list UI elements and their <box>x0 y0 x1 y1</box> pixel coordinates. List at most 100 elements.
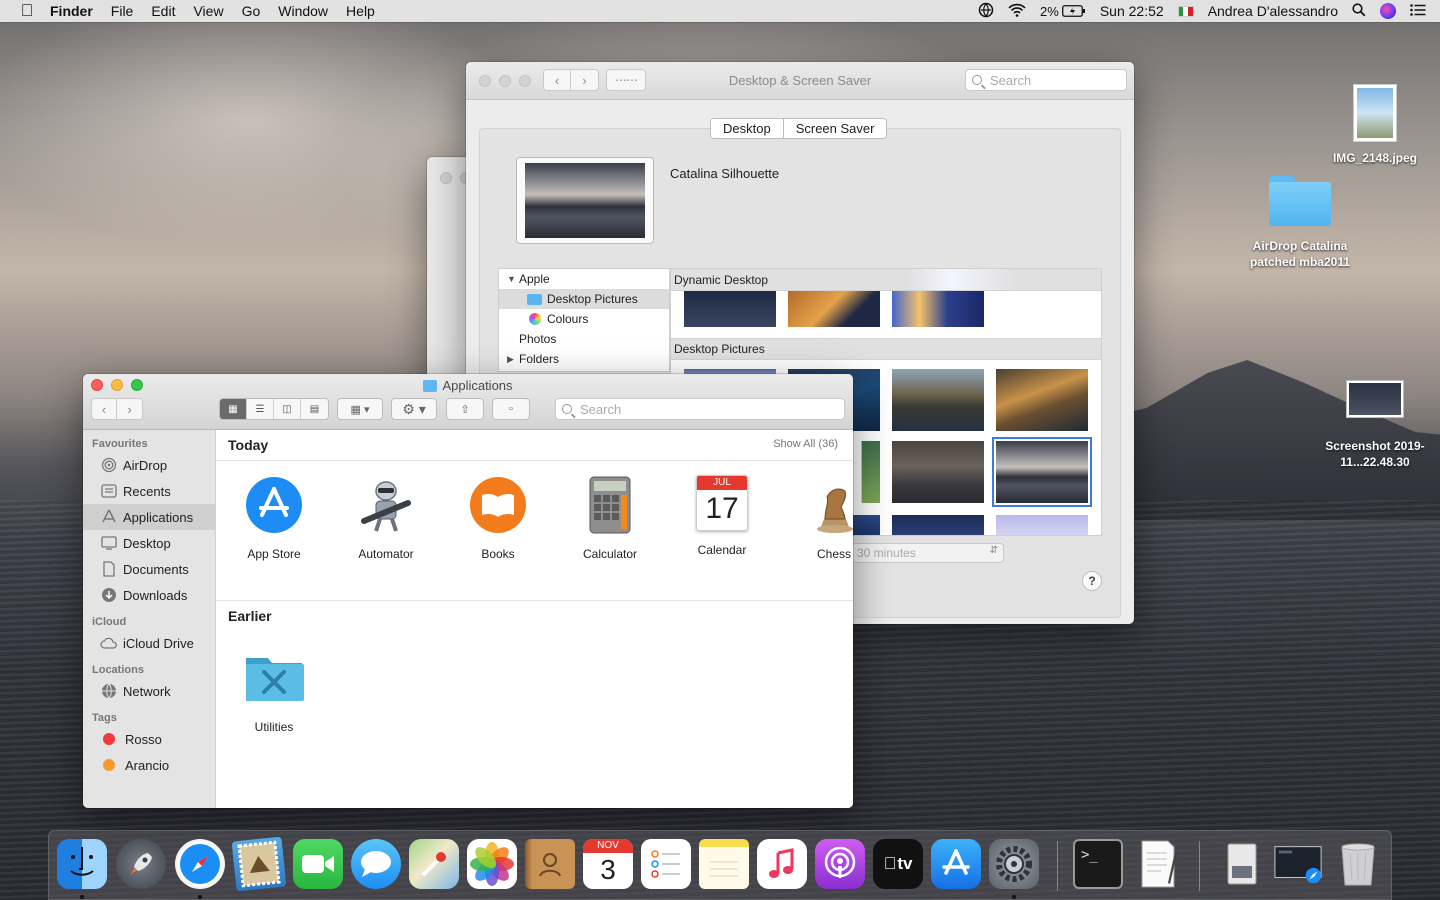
dock-facetime[interactable] <box>293 839 343 889</box>
wallpaper-thumb[interactable] <box>892 441 984 503</box>
sidebar-item-network[interactable]: Network <box>83 678 215 704</box>
dock-mail[interactable] <box>231 836 287 892</box>
app-item-utilities[interactable]: Utilities <box>224 648 324 734</box>
tab-screen-saver[interactable]: Screen Saver <box>783 119 887 138</box>
user-name[interactable]: Andrea D'alessandro <box>1208 3 1338 19</box>
dock-launchpad[interactable] <box>116 839 166 889</box>
dock-finder[interactable] <box>57 839 107 889</box>
dock-textedit[interactable] <box>1133 839 1183 889</box>
forward-button[interactable]: › <box>117 398 143 420</box>
titlebar[interactable]: ‹ › ⋯⋯ Desktop & Screen Saver Search <box>466 62 1134 100</box>
menu-edit[interactable]: Edit <box>151 3 175 19</box>
app-item-automator[interactable]: Automator <box>336 475 436 561</box>
dock-messages[interactable] <box>351 839 401 889</box>
back-button[interactable]: ‹ <box>91 398 117 420</box>
desktop-icon-image-file[interactable]: IMG_2148.jpeg <box>1318 84 1432 166</box>
wallpaper-thumb[interactable] <box>684 291 776 327</box>
dock-app-store[interactable] <box>931 839 981 889</box>
dock-contacts[interactable] <box>525 839 575 889</box>
siri-icon[interactable] <box>1380 3 1396 19</box>
wallpaper-thumb[interactable] <box>996 515 1088 535</box>
spotlight-icon[interactable] <box>1352 2 1366 20</box>
gallery-view-button[interactable]: ▤ <box>301 399 328 419</box>
dock-trash[interactable] <box>1333 839 1383 889</box>
input-source-flag-icon[interactable] <box>1177 5 1194 17</box>
help-button[interactable]: ? <box>1082 571 1102 591</box>
dock-downloads-stack[interactable] <box>1273 839 1323 889</box>
app-item-calculator[interactable]: Calculator <box>560 475 660 561</box>
sidebar-item-documents[interactable]: Documents <box>83 556 215 582</box>
dock-folder-stack[interactable] <box>1217 839 1267 889</box>
dock-photos[interactable] <box>467 839 517 889</box>
dock-maps[interactable] <box>409 839 459 889</box>
tab-desktop[interactable]: Desktop <box>711 119 784 138</box>
vpn-status-icon[interactable] <box>978 2 994 21</box>
list-view-button[interactable]: ☰ <box>247 399 274 419</box>
document-icon <box>100 560 118 578</box>
dock-terminal[interactable]: >_ <box>1073 839 1123 889</box>
source-photos[interactable]: Photos <box>499 329 669 349</box>
wallpaper-name: Catalina Silhouette <box>670 166 780 181</box>
menu-view[interactable]: View <box>193 3 223 19</box>
app-label: Calendar <box>697 543 747 557</box>
wallpaper-thumb[interactable] <box>788 291 880 327</box>
dock-notes[interactable] <box>699 839 749 889</box>
apple-menu-icon[interactable]:  <box>18 1 36 20</box>
source-desktop-pictures[interactable]: Desktop Pictures <box>499 289 669 309</box>
sidebar-item-downloads[interactable]: Downloads <box>83 582 215 608</box>
finder-toolbar[interactable]: Applications ‹ › ▦ ☰ ◫ ▤ ▦ ▾ ⚙ ▾ ⇧ ▫ Sea… <box>83 374 853 430</box>
sidebar-item-recents[interactable]: Recents <box>83 478 215 504</box>
prefs-search-input[interactable]: Search <box>965 69 1127 91</box>
disclosure-down-icon[interactable]: ▼ <box>507 274 519 284</box>
source-colours[interactable]: Colours <box>499 309 669 329</box>
dock-reminders[interactable] <box>641 839 691 889</box>
menu-app-name[interactable]: Finder <box>50 3 93 19</box>
dock-system-preferences[interactable] <box>989 839 1039 889</box>
wallpaper-thumb[interactable] <box>892 515 984 535</box>
wifi-icon[interactable] <box>1008 3 1026 20</box>
menu-go[interactable]: Go <box>242 3 261 19</box>
sidebar-item-airdrop[interactable]: AirDrop <box>83 452 215 478</box>
source-folders[interactable]: ▶ Folders <box>499 349 669 369</box>
source-apple[interactable]: ▼ Apple <box>499 269 669 289</box>
desktop-icon-folder[interactable]: AirDrop Catalina patched mba2011 <box>1240 176 1360 270</box>
sidebar-item-applications[interactable]: Applications <box>83 504 215 530</box>
sidebar-item-tag-arancio[interactable]: Arancio <box>83 752 215 778</box>
desktop-icon-screenshot[interactable]: Screenshot 2019-11...22.48.30 <box>1310 380 1440 470</box>
change-interval-select[interactable]: 30 minutes ⇵ <box>850 543 1004 563</box>
clock[interactable]: Sun 22:52 <box>1100 3 1164 19</box>
dock-calendar[interactable]: NOV 3 <box>583 839 633 889</box>
show-all-link[interactable]: Show All (36) <box>773 438 838 450</box>
app-item-books[interactable]: Books <box>448 475 548 561</box>
menu-help[interactable]: Help <box>346 3 375 19</box>
app-item-calendar[interactable]: JUL 17 Calendar <box>672 475 772 557</box>
action-button[interactable]: ⚙ ▾ <box>391 398 437 420</box>
notepad-icon <box>710 861 738 877</box>
wallpaper-thumb-selected[interactable] <box>992 437 1092 507</box>
dock-tv[interactable]:  tv <box>873 839 923 889</box>
group-by-button[interactable]: ▦ ▾ <box>337 398 383 420</box>
wallpaper-thumb[interactable] <box>892 369 984 431</box>
tags-button[interactable]: ▫ <box>492 398 530 420</box>
wallpaper-thumb[interactable] <box>892 291 984 327</box>
close-button[interactable] <box>440 172 452 184</box>
disclosure-right-icon[interactable]: ▶ <box>507 354 519 365</box>
app-item-chess[interactable]: Chess <box>783 475 853 561</box>
column-view-button[interactable]: ◫ <box>274 399 301 419</box>
app-item-app-store[interactable]: App Store <box>224 475 324 561</box>
finder-search-input[interactable]: Search <box>555 398 845 420</box>
dock-safari[interactable] <box>175 839 225 889</box>
finder-sidebar: Favourites AirDrop Recents Applications … <box>83 430 216 808</box>
sidebar-item-icloud-drive[interactable]: iCloud Drive <box>83 630 215 656</box>
dock-podcasts[interactable] <box>815 839 865 889</box>
icon-view-button[interactable]: ▦ <box>220 399 247 419</box>
sidebar-item-desktop[interactable]: Desktop <box>83 530 215 556</box>
share-button[interactable]: ⇧ <box>446 398 484 420</box>
sidebar-item-tag-rosso[interactable]: Rosso <box>83 726 215 752</box>
wallpaper-thumb[interactable] <box>996 369 1088 431</box>
notification-center-icon[interactable] <box>1410 3 1426 19</box>
dock-music[interactable] <box>757 839 807 889</box>
menu-file[interactable]: File <box>111 3 134 19</box>
battery-status[interactable]: 2% <box>1040 4 1086 19</box>
menu-window[interactable]: Window <box>278 3 328 19</box>
